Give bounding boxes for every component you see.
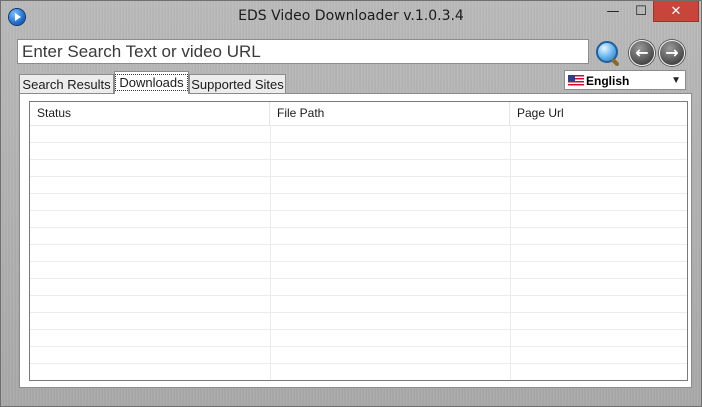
tab-downloads[interactable]: Downloads (114, 71, 189, 94)
language-label: English (586, 74, 630, 88)
minimize-button[interactable]: — (599, 1, 627, 22)
arrow-left-icon: ← (635, 43, 649, 62)
tab-search-results[interactable]: Search Results (19, 74, 114, 94)
downloads-table[interactable]: Status File Path Page Url (29, 101, 688, 381)
column-header-status[interactable]: Status (30, 102, 270, 125)
tab-supported-sites[interactable]: Supported Sites (189, 74, 286, 94)
maximize-button[interactable]: ☐ (627, 1, 655, 22)
search-button[interactable] (594, 39, 622, 67)
us-flag-icon (568, 75, 584, 86)
column-header-file-path[interactable]: File Path (270, 102, 510, 125)
window-title: EDS Video Downloader v.1.0.3.4 (238, 8, 464, 24)
search-input[interactable] (17, 39, 589, 64)
arrow-right-icon: → (665, 43, 679, 62)
downloads-tab-panel: Status File Path Page Url (19, 93, 692, 388)
language-select[interactable]: English ▼ (564, 70, 686, 90)
column-header-page-url[interactable]: Page Url (510, 102, 687, 125)
back-button[interactable]: ← (629, 40, 655, 66)
forward-button[interactable]: → (659, 40, 685, 66)
table-header: Status File Path Page Url (30, 102, 687, 126)
table-body-empty[interactable] (30, 126, 687, 380)
app-window: EDS Video Downloader v.1.0.3.4 — ☐ ✕ ← →… (0, 0, 702, 407)
title-bar[interactable]: EDS Video Downloader v.1.0.3.4 — ☐ ✕ (1, 1, 701, 33)
magnifier-handle (610, 57, 620, 67)
tab-downloads-label: Downloads (115, 74, 188, 91)
chevron-down-icon: ▼ (671, 75, 681, 86)
close-button[interactable]: ✕ (653, 1, 699, 22)
